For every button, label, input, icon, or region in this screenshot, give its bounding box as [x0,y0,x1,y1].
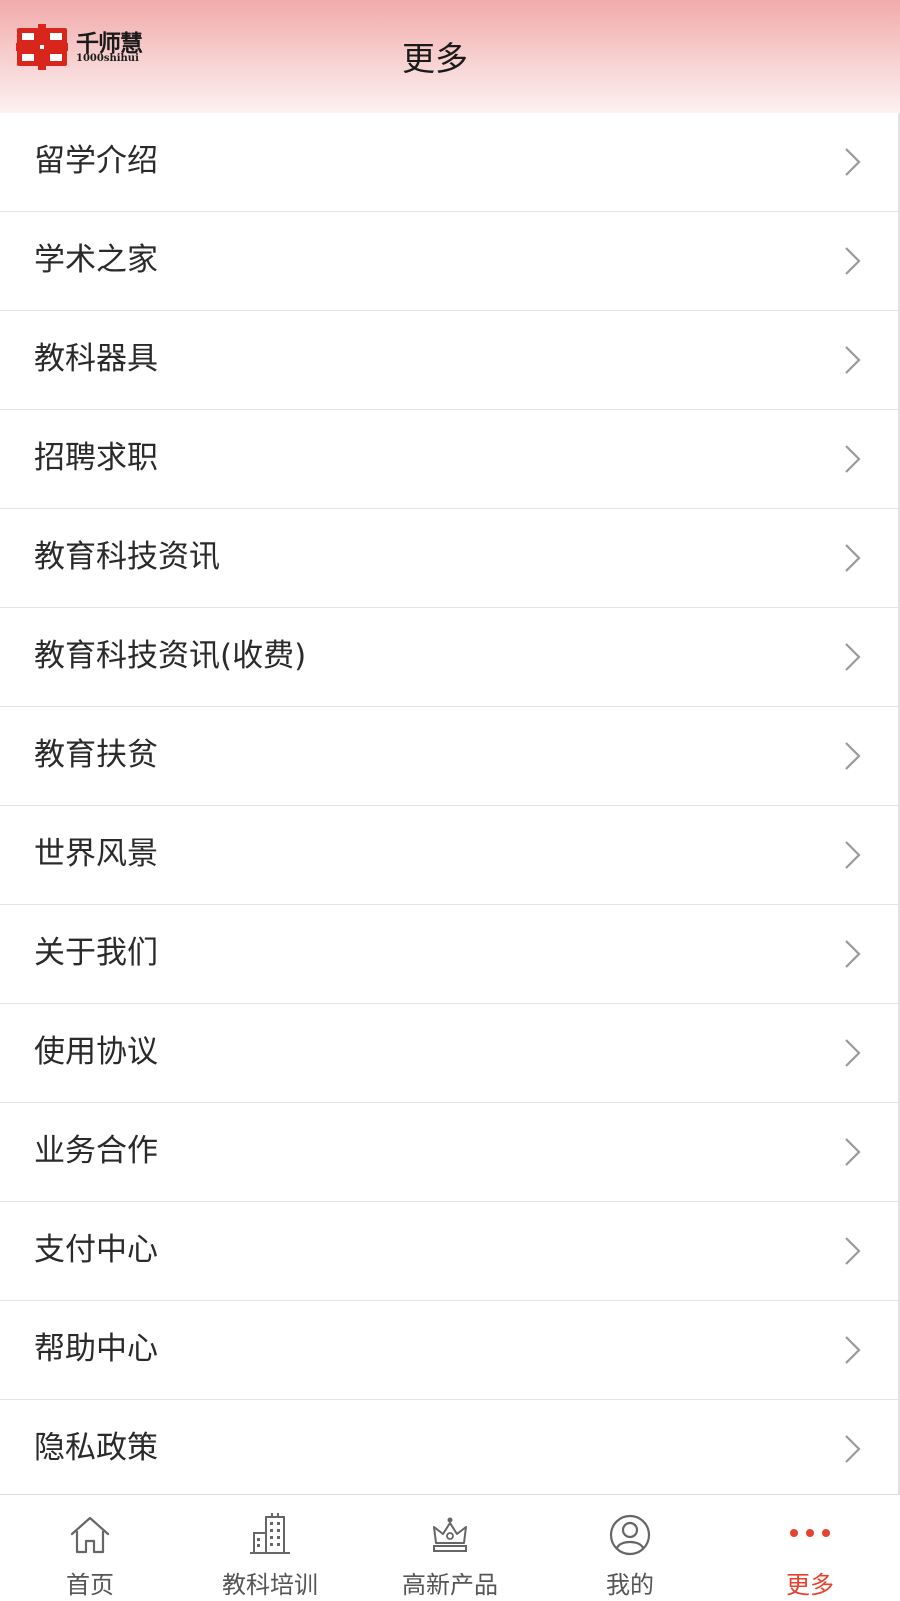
menu-item-edu-tech-news[interactable]: 教育科技资讯 [0,509,898,608]
menu-item-help-center[interactable]: 帮助中心 [0,1301,898,1400]
menu-item-label: 隐私政策 [34,1430,158,1466]
menu-item-recruitment[interactable]: 招聘求职 [0,410,898,509]
bottom-tab-bar: 首页 教科培训 高新产品 我的 更多 [0,1494,900,1601]
chevron-right-icon [845,1138,861,1166]
menu-item-study-abroad[interactable]: 留学介绍 [0,113,898,212]
tab-home[interactable]: 首页 [0,1495,180,1601]
chevron-right-icon [845,643,861,671]
chevron-right-icon [845,940,861,968]
menu-item-payment-center[interactable]: 支付中心 [0,1202,898,1301]
tab-training[interactable]: 教科培训 [180,1495,360,1601]
menu-item-label: 关于我们 [34,935,158,971]
tab-label: 高新产品 [402,1571,498,1599]
menu-item-label: 学术之家 [34,242,158,278]
chevron-right-icon [845,742,861,770]
chevron-right-icon [845,247,861,275]
menu-item-business-cooperation[interactable]: 业务合作 [0,1103,898,1202]
menu-item-label: 教育扶贫 [34,737,158,773]
chevron-right-icon [845,1039,861,1067]
page-title: 更多 [402,39,468,78]
menu-item-label: 留学介绍 [34,143,158,179]
crown-icon [433,1517,467,1552]
menu-item-label: 世界风景 [34,836,158,872]
tab-label: 首页 [66,1571,114,1599]
menu-item-label: 支付中心 [34,1232,158,1268]
menu-item-label: 业务合作 [34,1133,158,1169]
menu-item-academic-home[interactable]: 学术之家 [0,212,898,311]
chevron-right-icon [845,841,861,869]
tab-hightech-products[interactable]: 高新产品 [360,1495,540,1601]
app-header: 千师慧 1000shihui 更多 [0,0,900,114]
menu-item-label: 使用协议 [34,1034,158,1070]
menu-item-label: 帮助中心 [34,1331,158,1367]
chevron-right-icon [845,346,861,374]
tab-label: 教科培训 [222,1571,318,1599]
menu-item-label: 教育科技资讯(收费) [34,638,307,674]
menu-item-poverty-alleviation[interactable]: 教育扶贫 [0,707,898,806]
menu-item-label: 教科器具 [34,341,158,377]
chevron-right-icon [845,1336,861,1364]
chevron-right-icon [845,544,861,572]
building-icon [250,1513,290,1554]
chevron-right-icon [845,1237,861,1265]
home-icon [70,1516,110,1554]
tab-label: 我的 [606,1571,654,1599]
tab-label: 更多 [786,1571,834,1599]
menu-item-about-us[interactable]: 关于我们 [0,905,898,1004]
menu-item-privacy-policy[interactable]: 隐私政策 [0,1400,898,1494]
more-menu-list: 留学介绍 学术之家 教科器具 招聘求职 教育科技资讯 教育科技资讯(收费) 教育… [0,113,900,1494]
tab-mine[interactable]: 我的 [540,1495,720,1601]
menu-item-teaching-equipment[interactable]: 教科器具 [0,311,898,410]
menu-item-user-agreement[interactable]: 使用协议 [0,1004,898,1103]
more-icon [790,1529,830,1537]
menu-item-world-scenery[interactable]: 世界风景 [0,806,898,905]
chevron-right-icon [845,148,861,176]
menu-item-label: 招聘求职 [34,440,158,476]
chevron-right-icon [845,445,861,473]
user-icon [609,1514,651,1556]
chevron-right-icon [845,1435,861,1463]
menu-item-edu-tech-news-paid[interactable]: 教育科技资讯(收费) [0,608,898,707]
tab-more[interactable]: 更多 [720,1495,900,1601]
menu-item-label: 教育科技资讯 [34,539,220,575]
